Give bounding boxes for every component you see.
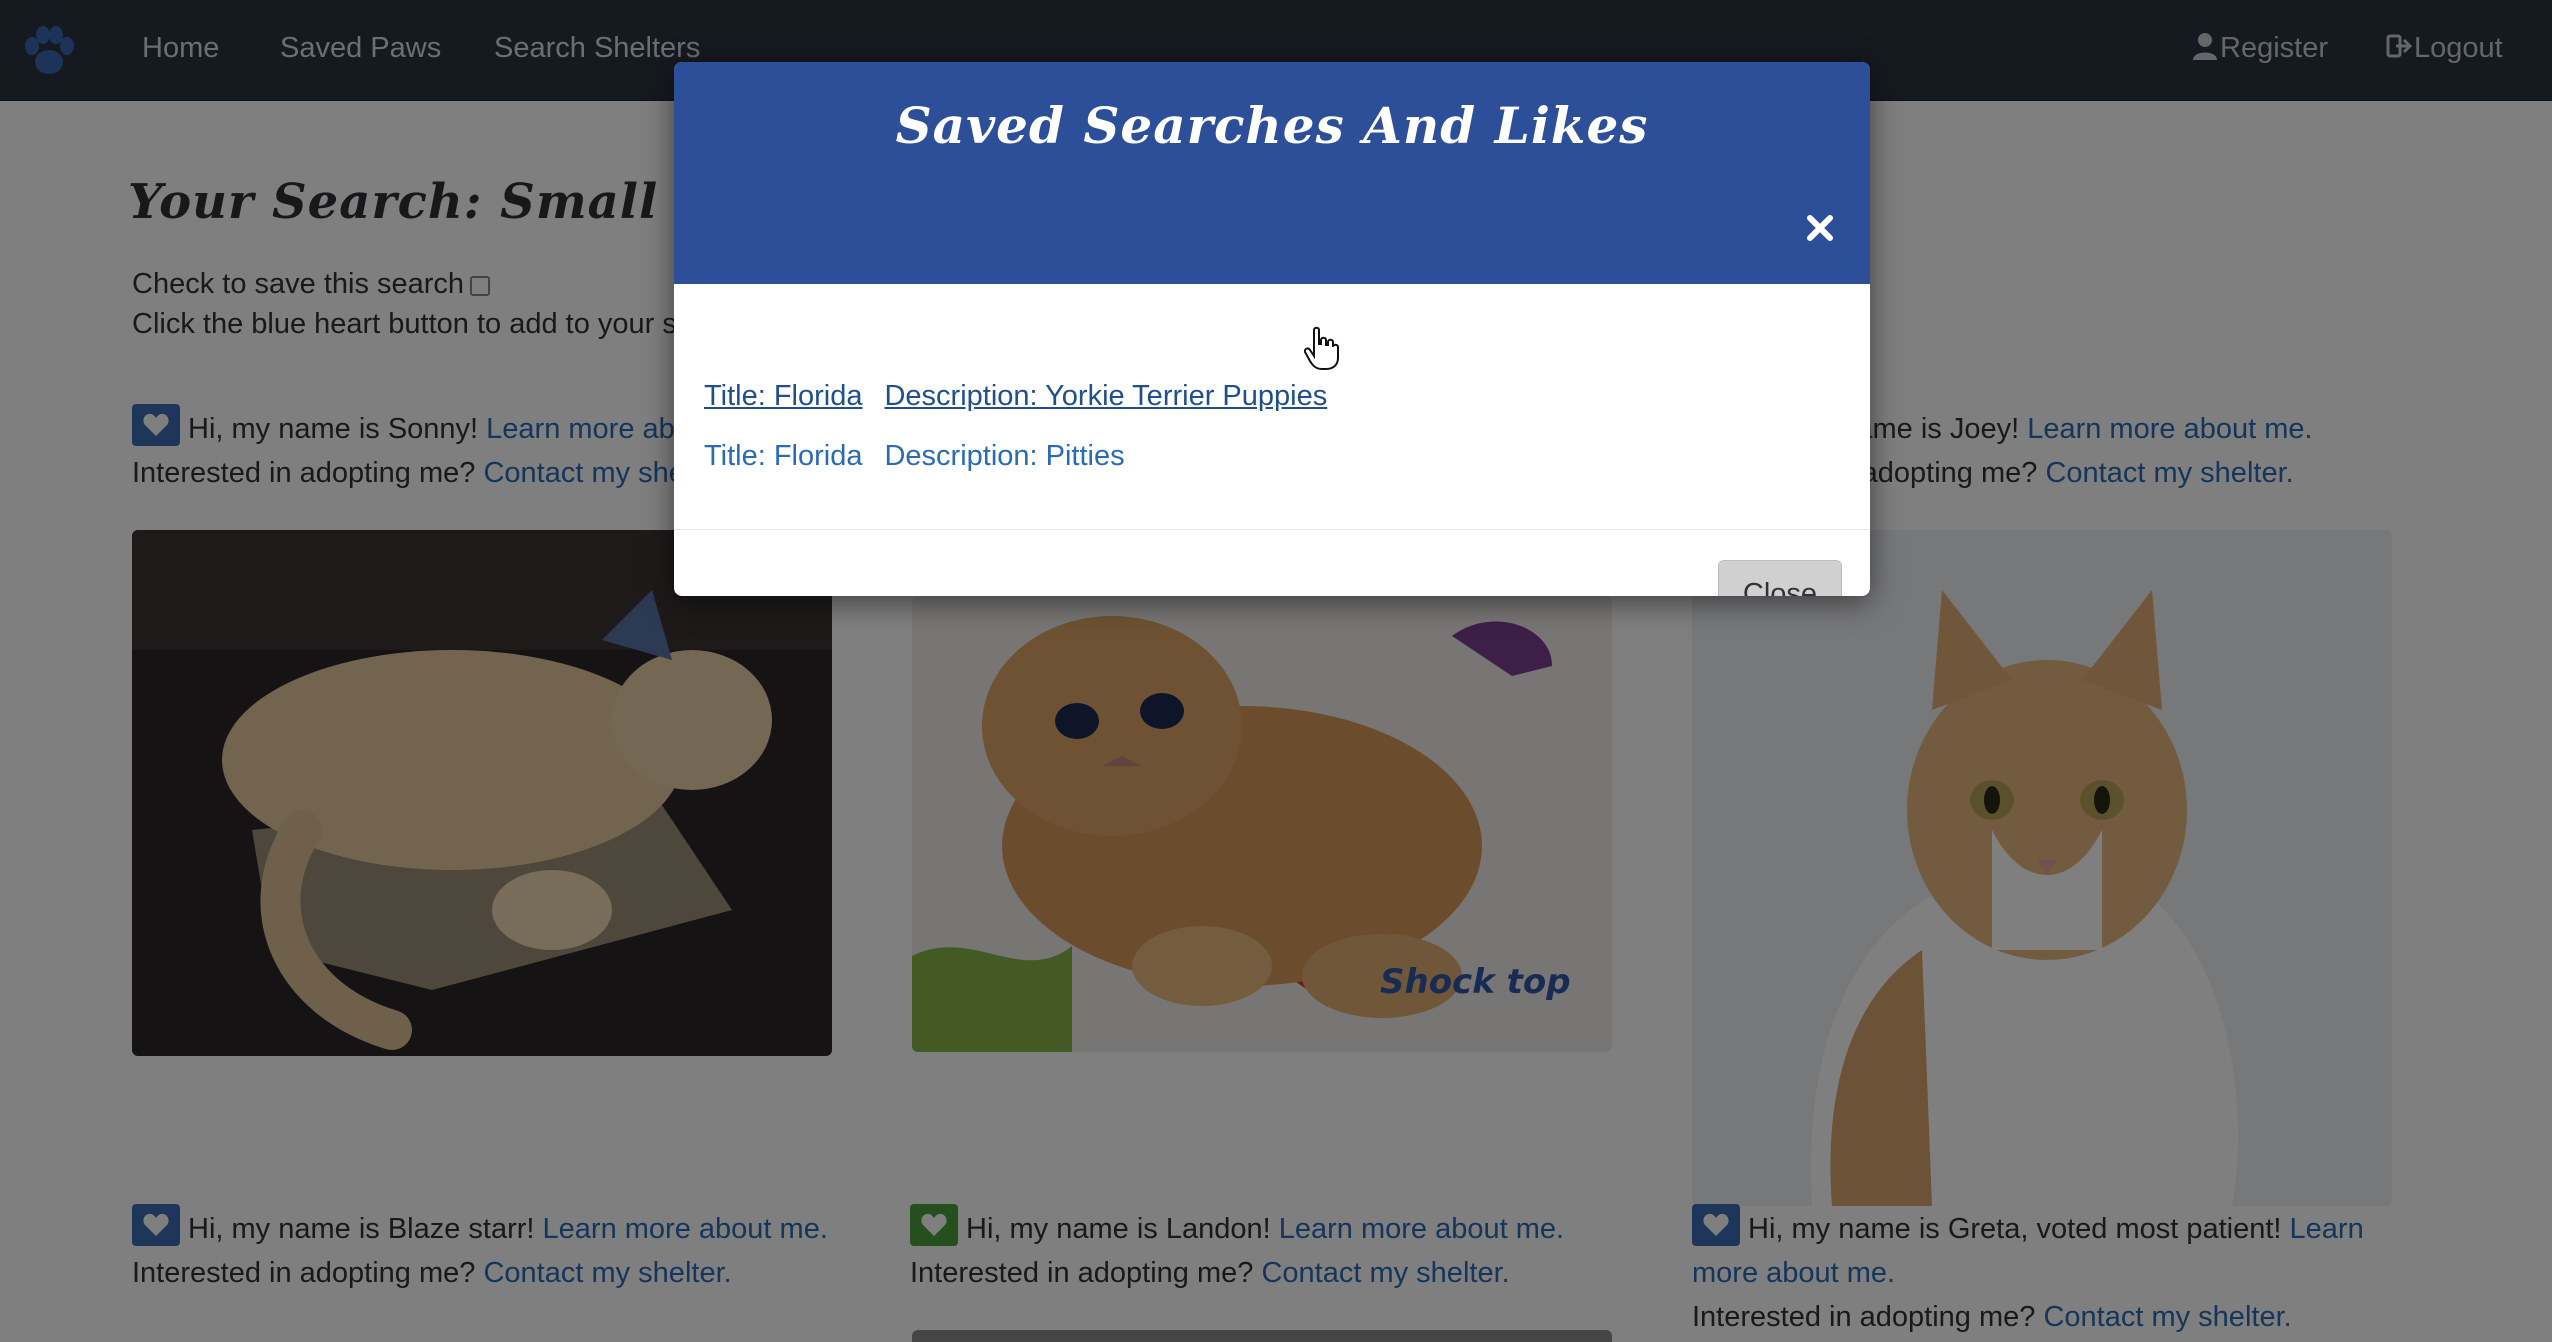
pointer-hand-cursor-icon	[1304, 326, 1339, 370]
saved-search-item[interactable]: Title: Florida Description: Pitties	[704, 440, 1125, 473]
saved-searches-modal: Saved Searches And Likes Title: Florida D…	[674, 62, 1870, 596]
modal-header: Saved Searches And Likes	[674, 62, 1870, 284]
close-icon[interactable]	[1804, 212, 1836, 244]
modal-body: Title: Florida Description: Yorkie Terrie…	[674, 284, 1870, 530]
saved-search-title: Title: Florida	[704, 440, 863, 472]
saved-search-item[interactable]: Title: Florida Description: Yorkie Terrie…	[704, 380, 1327, 413]
saved-search-description: Description: Yorkie Terrier Puppies	[884, 380, 1328, 412]
modal-footer	[674, 530, 1870, 596]
modal-title: Saved Searches And Likes	[895, 96, 1649, 155]
saved-search-description: Description: Pitties	[884, 440, 1125, 472]
close-button[interactable]: Close	[1718, 560, 1842, 596]
saved-search-title: Title: Florida	[704, 380, 863, 412]
